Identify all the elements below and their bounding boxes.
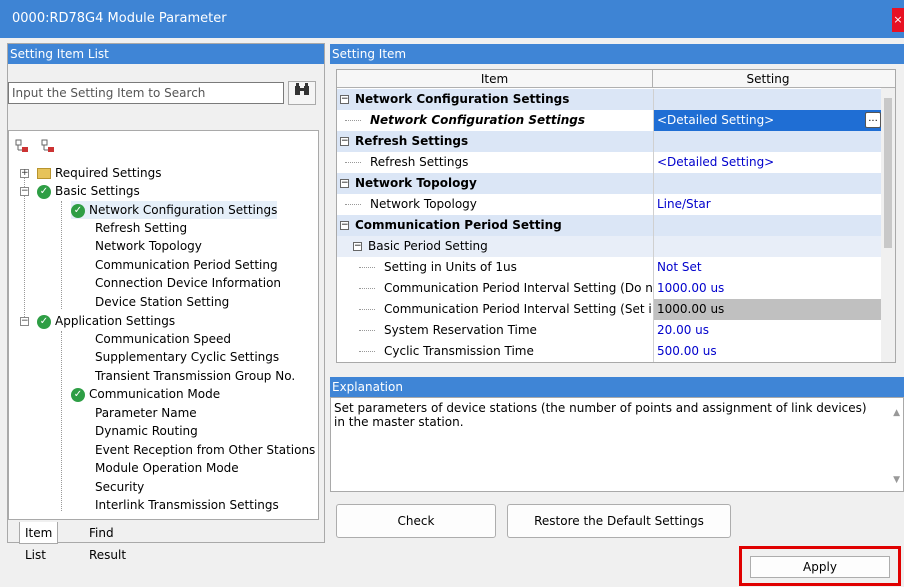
tree-item-network-topology[interactable]: Network Topology — [95, 237, 202, 255]
tree-line — [345, 162, 361, 163]
grid-row-network-configuration[interactable]: Network Configuration Settings <Detailed… — [337, 110, 883, 131]
tree-item-network-configuration-settings[interactable]: ✓ Network Configuration Settings — [71, 201, 278, 219]
collapse-icon[interactable]: − — [353, 242, 362, 251]
tree-item-application-settings[interactable]: ✓ Application Settings — [37, 312, 175, 330]
search-input[interactable]: Input the Setting Item to Search — [8, 82, 284, 104]
tree-item-supplementary-cyclic-settings[interactable]: Supplementary Cyclic Settings — [95, 348, 279, 366]
grid-scrollbar[interactable] — [881, 88, 895, 362]
tree-item-communication-period-setting[interactable]: Communication Period Setting — [95, 256, 278, 274]
tree-item-module-operation-mode[interactable]: Module Operation Mode — [95, 459, 239, 477]
tree-line — [61, 201, 62, 309]
collapse-all-icon[interactable] — [41, 139, 55, 156]
tab-find-result[interactable]: Find Result — [84, 522, 131, 562]
check-icon: ✓ — [37, 184, 51, 199]
detailed-setting-button[interactable]: ... — [865, 112, 881, 128]
grid-row-period-interval-1[interactable]: Communication Period Interval Setting (D… — [337, 278, 883, 299]
tree-line — [345, 120, 361, 121]
tree-line — [359, 288, 375, 289]
restore-default-button[interactable]: Restore the Default Settings — [507, 504, 731, 538]
setting-value[interactable]: Line/Star — [653, 194, 883, 215]
grid-row-cyclic-transmission-time[interactable]: Cyclic Transmission Time 500.00 us — [337, 341, 883, 362]
collapse-icon[interactable]: − — [340, 95, 349, 104]
tree-item-device-station-setting[interactable]: Device Station Setting — [95, 293, 229, 311]
search-button[interactable] — [288, 81, 316, 105]
expander-required[interactable]: + — [20, 169, 29, 178]
tree-line — [359, 351, 375, 352]
tree-item-dynamic-routing[interactable]: Dynamic Routing — [95, 422, 198, 440]
tree-line — [359, 267, 375, 268]
grid-row-category[interactable]: − Network Configuration Settings — [337, 89, 883, 110]
setting-item-list-header: Setting Item List — [8, 44, 324, 64]
tree-toolbar — [15, 139, 63, 156]
tree-item-security[interactable]: Security — [95, 478, 144, 496]
settings-grid: Item Setting − Network Configuration Set… — [336, 69, 896, 363]
setting-value[interactable]: <Detailed Setting> — [653, 152, 883, 173]
collapse-icon[interactable]: − — [340, 179, 349, 188]
scrollbar-thumb[interactable] — [884, 98, 892, 248]
tree-item-transient-transmission-group[interactable]: Transient Transmission Group No. — [95, 367, 295, 385]
collapse-icon[interactable]: − — [340, 137, 349, 146]
tree-item-basic-settings[interactable]: ✓ Basic Settings — [37, 182, 140, 200]
grid-row-setting-units[interactable]: Setting in Units of 1us Not Set — [337, 257, 883, 278]
grid-row-network-topology[interactable]: Network Topology Line/Star — [337, 194, 883, 215]
tree-item-required-settings[interactable]: Required Settings — [37, 164, 161, 182]
window-title: 0000:RD78G4 Module Parameter — [12, 11, 227, 26]
tree-line — [61, 331, 62, 511]
setting-item-header: Setting Item — [330, 44, 904, 64]
setting-tree: + Required Settings − ✓ Basic Settings ✓ N… — [8, 130, 319, 520]
grid-row-category[interactable]: − Network Topology — [337, 173, 883, 194]
tree-item-refresh-setting[interactable]: Refresh Setting — [95, 219, 187, 237]
folder-icon — [37, 168, 51, 179]
explanation-text: Set parameters of device stations (the n… — [334, 401, 867, 429]
grid-row-refresh-settings[interactable]: Refresh Settings <Detailed Setting> — [337, 152, 883, 173]
grid-row-period-interval-2[interactable]: Communication Period Interval Setting (S… — [337, 299, 883, 320]
scroll-down-icon[interactable]: ▼ — [893, 473, 900, 487]
tree-line — [345, 204, 361, 205]
grid-header: Item Setting — [337, 70, 895, 88]
expander-application[interactable]: − — [20, 317, 29, 326]
column-header-item: Item — [337, 70, 653, 88]
tree-item-connection-device-information[interactable]: Connection Device Information — [95, 274, 281, 292]
setting-value: 1000.00 us — [653, 299, 883, 320]
tree-item-communication-mode[interactable]: ✓ Communication Mode — [71, 385, 220, 403]
grid-row-category[interactable]: − Communication Period Setting — [337, 215, 883, 236]
tree-line — [359, 330, 375, 331]
close-button[interactable]: × — [892, 8, 904, 32]
setting-value[interactable]: 1000.00 us — [653, 278, 883, 299]
tree-item-parameter-name[interactable]: Parameter Name — [95, 404, 197, 422]
check-button[interactable]: Check — [336, 504, 496, 538]
expand-all-icon[interactable] — [15, 139, 29, 156]
binoculars-icon — [294, 83, 310, 101]
apply-highlight: Apply — [739, 546, 901, 586]
collapse-icon[interactable]: − — [340, 221, 349, 230]
setting-value[interactable]: <Detailed Setting> ... — [653, 110, 883, 131]
apply-button[interactable]: Apply — [750, 556, 890, 578]
check-icon: ✓ — [37, 314, 51, 329]
tree-item-communication-speed[interactable]: Communication Speed — [95, 330, 231, 348]
setting-value[interactable]: 20.00 us — [653, 320, 883, 341]
setting-value[interactable]: 500.00 us — [653, 341, 883, 362]
tab-item-list[interactable]: Item List — [19, 522, 59, 562]
check-icon: ✓ — [71, 387, 85, 402]
column-header-setting: Setting — [746, 72, 790, 86]
setting-value[interactable]: Not Set — [653, 257, 883, 278]
expander-basic[interactable]: − — [20, 187, 29, 196]
grid-row-subcategory[interactable]: − Basic Period Setting — [337, 236, 883, 257]
check-icon: ✓ — [71, 203, 85, 218]
scroll-up-icon[interactable]: ▲ — [893, 406, 900, 420]
tree-item-event-reception[interactable]: Event Reception from Other Stations — [95, 441, 315, 459]
explanation-header: Explanation — [330, 377, 904, 397]
grid-row-category[interactable]: − Refresh Settings — [337, 131, 883, 152]
tree-line — [359, 309, 375, 310]
grid-row-system-reservation-time[interactable]: System Reservation Time 20.00 us — [337, 320, 883, 341]
tree-item-interlink-transmission-settings[interactable]: Interlink Transmission Settings — [95, 496, 279, 514]
title-bar: 0000:RD78G4 Module Parameter × — [0, 0, 904, 38]
explanation-box: Set parameters of device stations (the n… — [330, 397, 904, 492]
